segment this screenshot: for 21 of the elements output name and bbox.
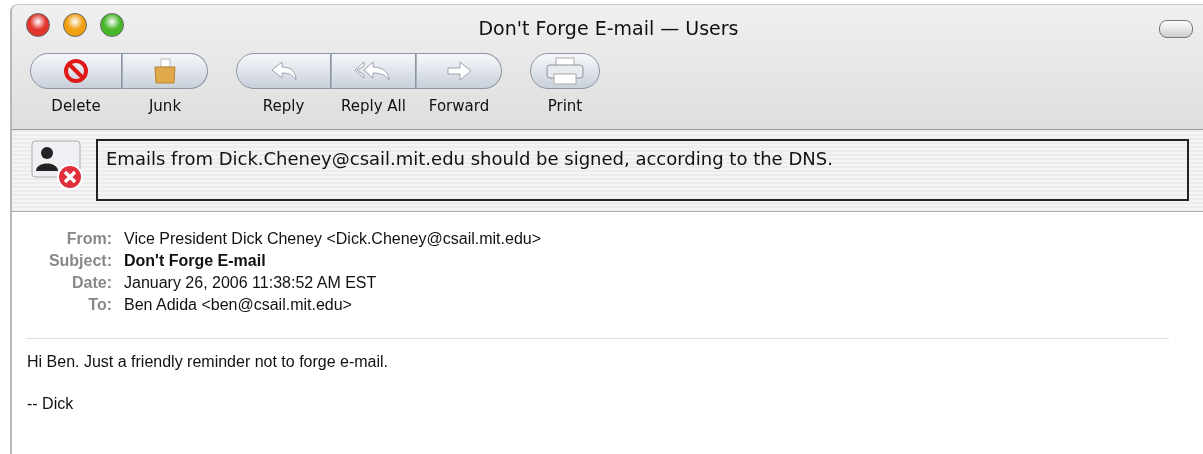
minimize-button[interactable] [63,13,87,37]
header-value: Don't Forge E-mail [124,252,267,270]
header-label: From: [65,230,112,248]
printer-icon [545,57,585,85]
header-value: Vice President Dick Cheney <Dick.Cheney@csail.mit.edu> [124,230,543,248]
zoom-button[interactable] [100,13,124,37]
right-arrow-icon [444,59,473,83]
double-left-arrow-icon [353,59,393,83]
header-value: January 26, 2006 11:38:52 AM EST [124,274,378,292]
close-button[interactable] [26,13,50,37]
header-label: Subject: [47,252,112,270]
message-text: -- Dick [27,395,75,413]
header-label: Date: [71,274,112,292]
warning-message: Emails from Dick.Cheney@csail.mit.edu should be signed, according to the DNS. [96,139,1189,201]
no-entry-icon [63,58,89,84]
header-label: To: [87,296,112,314]
window-title: Don't Forge E-mail — Users [478,17,739,39]
contact-error-icon [30,139,86,191]
header-value: Ben Adida <ben@csail.mit.edu> [124,296,353,314]
message-text: Hi Ben. Just a friendly reminder not to forge e-mail. [27,353,390,371]
toolbar-toggle-button[interactable] [1159,20,1193,38]
